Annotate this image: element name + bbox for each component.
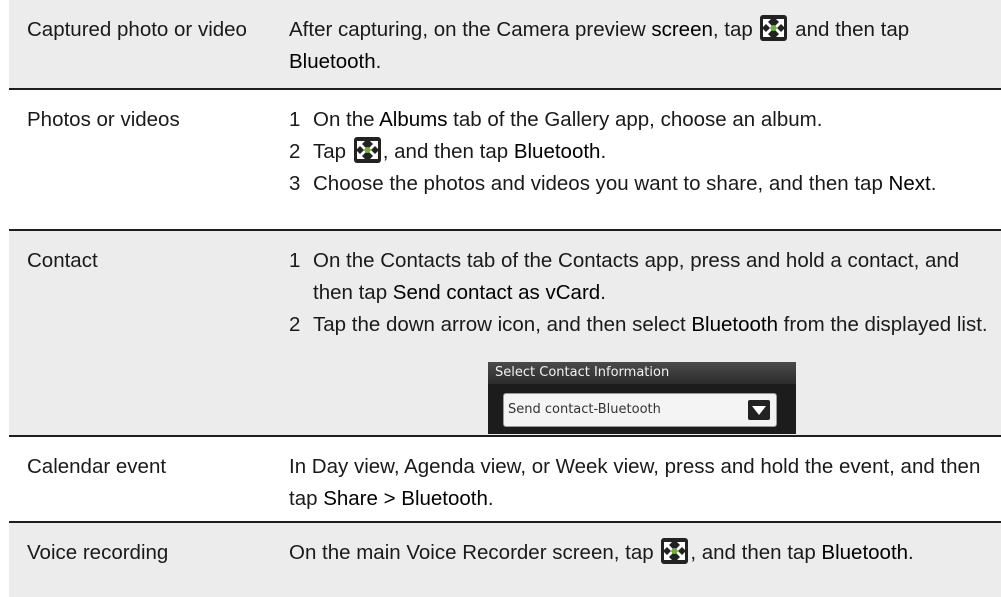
list-item: 3 Choose the photos and videos you want t…	[289, 168, 1001, 200]
text-fragment: , tap	[712, 18, 759, 41]
row-label: Captured photo or video	[27, 18, 247, 41]
emphasis-share-bluetooth: Share > Bluetooth	[323, 487, 488, 510]
text-fragment: .	[487, 487, 494, 510]
step-number: 2	[289, 313, 301, 336]
text-fragment: On the main Voice Recorder screen, tap	[289, 541, 660, 564]
step-list: 1 On the Contacts tab of the Contacts app…	[289, 245, 1001, 341]
text-fragment: Choose the photos and videos you want to…	[313, 172, 889, 195]
step-number: 1	[289, 108, 301, 131]
text-fragment: .	[375, 50, 382, 73]
text-fragment: On the	[313, 108, 380, 131]
table-row-voice: Voice recording On the main Voice Record…	[9, 523, 1001, 597]
text-fragment: and then tap	[789, 18, 910, 41]
row-label: Calendar event	[27, 455, 167, 478]
emphasis-bluetooth: Bluetooth	[289, 50, 376, 73]
step-number: 1	[289, 249, 301, 272]
row-steps: 1 On the Albums tab of the Gallery app, c…	[289, 104, 1001, 200]
text-fragment: Tap the down arrow icon, and then select	[313, 313, 692, 336]
row-description: On the main Voice Recorder screen, tap ,…	[289, 537, 1001, 569]
emphasis-screen: screen	[651, 18, 713, 41]
text-fragment: from the displayed list.	[777, 313, 988, 336]
step-list: 1 On the Albums tab of the Gallery app, c…	[289, 104, 1001, 200]
step-number: 2	[289, 140, 301, 163]
list-item: 1 On the Albums tab of the Gallery app, c…	[289, 104, 1001, 136]
table-row-calendar: Calendar event In Day view, Agenda view,…	[9, 437, 1001, 523]
list-item: 2 Tap , and then tap Bluetooth.	[289, 136, 1001, 168]
text-fragment: .	[600, 140, 607, 163]
chevron-down-icon[interactable]	[748, 400, 770, 420]
text-fragment: .	[600, 281, 606, 304]
emphasis-bluetooth: Bluetooth	[821, 541, 909, 564]
list-item: 2 Tap the down arrow icon, and then selec…	[289, 309, 1001, 341]
text-fragment: Tap	[313, 140, 352, 163]
emphasis-bluetooth: Bluetooth	[513, 140, 601, 163]
text-fragment: .	[930, 172, 937, 195]
dropdown-selected-value: Send contact-Bluetooth	[508, 402, 661, 417]
dialog-header: Select Contact Information	[488, 362, 796, 384]
step-number: 3	[289, 172, 301, 195]
row-label: Contact	[27, 249, 98, 272]
row-label: Photos or videos	[27, 108, 180, 131]
share-icon	[353, 137, 381, 163]
text-fragment: , and then tap	[382, 140, 514, 163]
emphasis-send-contact: Send contact as vCard	[392, 281, 601, 304]
emphasis-bluetooth: Bluetooth	[691, 313, 778, 336]
text-fragment: , and then tap	[690, 541, 822, 564]
text-fragment: After capturing, on the Camera preview	[289, 18, 652, 41]
row-label: Voice recording	[27, 541, 169, 564]
share-icon	[661, 538, 689, 564]
table-row-photos: Photos or videos 1 On the Albums tab of t…	[9, 90, 1001, 231]
row-description: In Day view, Agenda view, or Week view, …	[289, 451, 1001, 515]
text-fragment: tab of the Gallery app, choose an album.	[447, 108, 823, 131]
text-fragment: .	[908, 541, 914, 564]
list-item: 1 On the Contacts tab of the Contacts app…	[289, 245, 1001, 309]
send-contact-dropdown[interactable]: Send contact-Bluetooth	[503, 393, 777, 427]
share-icon	[760, 15, 788, 41]
contact-info-dialog-screenshot: Select Contact Information Send contact-…	[488, 362, 796, 434]
emphasis-next: Next	[888, 172, 931, 195]
emphasis-albums: Albums	[379, 108, 448, 131]
row-description: After capturing, on the Camera preview s…	[289, 14, 1001, 78]
table-row-captured: Captured photo or video After capturing,…	[9, 0, 1001, 90]
row-steps: 1 On the Contacts tab of the Contacts app…	[289, 245, 1001, 341]
share-options-table: Captured photo or video After capturing,…	[9, 0, 1001, 597]
